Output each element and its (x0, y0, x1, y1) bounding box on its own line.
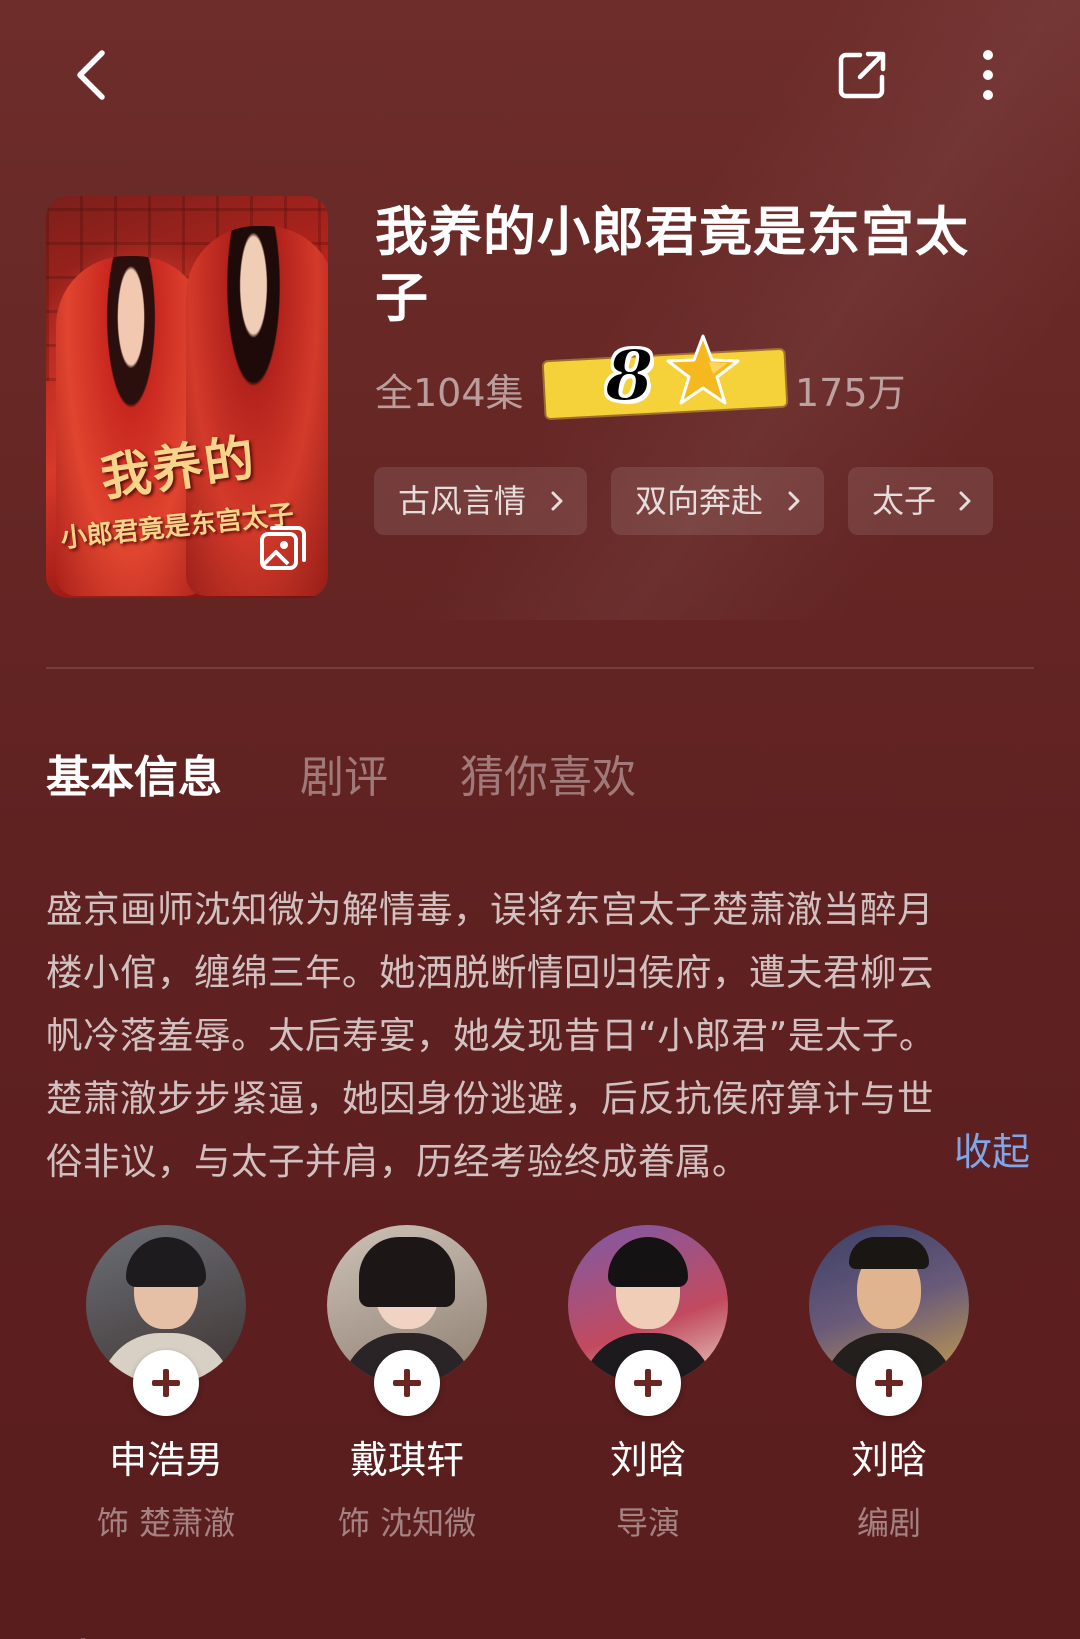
synopsis-line: 楚萧澈步步紧逼，她因身份逃避，后反抗侯府算计与世 (46, 1077, 934, 1120)
more-icon (983, 50, 993, 100)
cast-name: 申浩男 (108, 1438, 223, 1482)
share-icon (838, 51, 886, 99)
next-section-heading: 剧评 (46, 1622, 166, 1639)
tag-chip[interactable]: 双向奔赴 (611, 467, 824, 535)
cast-member[interactable]: 刘晗 编剧 (789, 1225, 989, 1545)
chevron-right-icon (788, 491, 800, 511)
tag-label: 太子 (872, 482, 937, 520)
synopsis-line: 俗非议，与太子并肩，历经考验终成眷属。 (46, 1140, 749, 1183)
follow-button[interactable] (374, 1350, 440, 1416)
follow-button[interactable] (856, 1350, 922, 1416)
synopsis-line: 楼小倌，缠绵三年。她洒脱断情回归侯府，遭夫君柳云 (46, 951, 934, 994)
next-section-label: 剧评 (46, 1626, 130, 1639)
synopsis-line: 盛京画师沈知微为解情毒，误将东宫太子楚萧澈当醉月 (46, 888, 934, 931)
more-button[interactable] (958, 45, 1018, 105)
synopsis-line: 帆冷落羞辱。太后寿宴，她发现昔日“小郎君”是太子。 (46, 1014, 936, 1057)
cast-name: 刘晗 (850, 1438, 927, 1482)
tab-basic-info[interactable]: 基本信息 (46, 748, 222, 808)
chevron-right-icon (959, 491, 971, 511)
cast-member[interactable]: 申浩男 饰 楚萧澈 (66, 1225, 266, 1545)
cast-name: 刘晗 (609, 1438, 686, 1482)
tag-label: 古风言情 (398, 482, 527, 520)
tag-chip[interactable]: 古风言情 (374, 467, 587, 535)
score-sticker: 8 (543, 326, 790, 419)
drama-poster[interactable]: 我养的 小郎君竟是东宫太子 (46, 196, 328, 598)
cast-role: 饰 楚萧澈 (96, 1504, 236, 1542)
cast-name: 戴琪轩 (349, 1438, 464, 1482)
gallery-icon[interactable] (258, 524, 308, 574)
drama-title: 我养的小郎君竟是东宫太子 (375, 202, 969, 329)
episode-count: 全104集 (375, 371, 524, 415)
top-bar (0, 0, 1080, 150)
cast-role: 编剧 (856, 1504, 921, 1542)
view-count: 175万 (795, 371, 906, 415)
share-button[interactable] (832, 45, 892, 105)
back-button[interactable] (62, 45, 122, 105)
follow-button[interactable] (133, 1350, 199, 1416)
tab-reviews[interactable]: 剧评 (300, 748, 388, 808)
cast-role: 导演 (615, 1504, 680, 1542)
cast-member[interactable]: 刘晗 导演 (548, 1225, 748, 1545)
tab-recommendations[interactable]: 猜你喜欢 (460, 748, 636, 808)
follow-button[interactable] (615, 1350, 681, 1416)
collapse-synopsis-link[interactable]: 收起 (954, 1124, 1030, 1180)
tag-chip[interactable]: 太子 (848, 467, 993, 535)
cast-role: 饰 沈知微 (337, 1504, 477, 1542)
poster-title-line1: 我养的 (97, 427, 260, 508)
header-divider (46, 667, 1034, 669)
tag-label: 双向奔赴 (635, 482, 764, 520)
chevron-right-icon (551, 491, 563, 511)
cast-member[interactable]: 戴琪轩 饰 沈知微 (307, 1225, 507, 1545)
back-icon (77, 50, 105, 100)
star-icon (666, 334, 740, 405)
score-number: 8 (604, 333, 655, 418)
